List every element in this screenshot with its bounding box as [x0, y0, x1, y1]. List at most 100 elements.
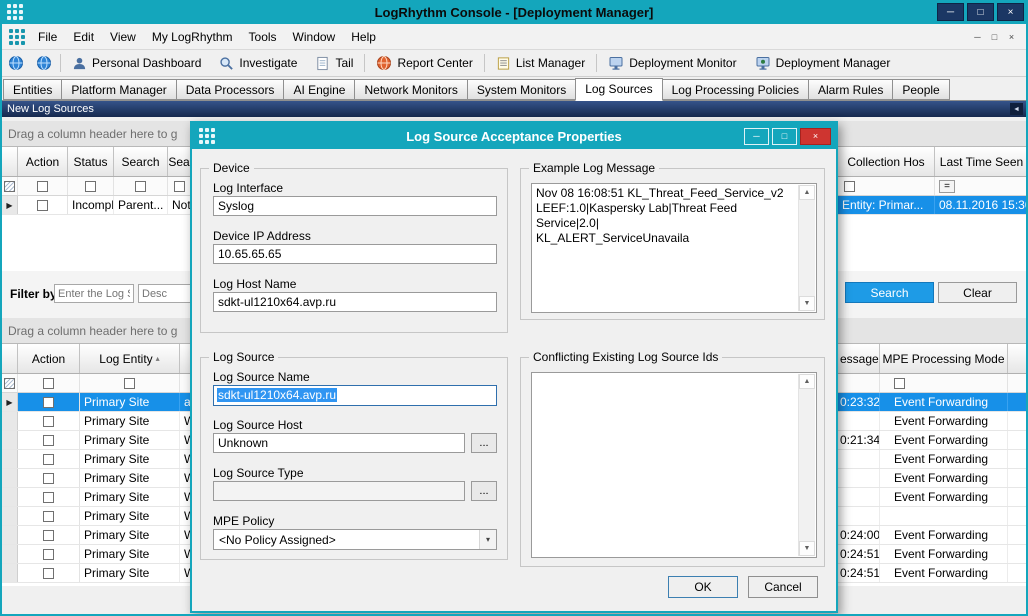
- row-checkbox[interactable]: [43, 511, 54, 522]
- log-source-host-input[interactable]: [213, 433, 465, 453]
- scroll-up-icon[interactable]: ▲: [799, 185, 815, 200]
- filter-checkbox[interactable]: [43, 378, 54, 389]
- table-row[interactable]: Primary Site W: [2, 545, 190, 564]
- mdi-restore-button[interactable]: □: [986, 24, 1003, 50]
- table-row-selected[interactable]: Entity: Primar... 08.11.2016 15:30: [838, 196, 1028, 215]
- vertical-scrollbar[interactable]: ▲ ▼: [798, 374, 815, 556]
- maximize-button[interactable]: □: [967, 3, 994, 21]
- row-checkbox[interactable]: [43, 397, 54, 408]
- filter-checkbox[interactable]: [844, 181, 855, 192]
- investigate-button[interactable]: Investigate: [210, 50, 306, 76]
- column-header-clipped[interactable]: [1008, 344, 1028, 373]
- menu-file[interactable]: File: [30, 24, 65, 50]
- filter-checkbox[interactable]: [85, 181, 96, 192]
- menu-edit[interactable]: Edit: [65, 24, 102, 50]
- tab-platform-manager[interactable]: Platform Manager: [61, 79, 176, 100]
- menu-tools[interactable]: Tools: [241, 24, 285, 50]
- table-row[interactable]: 0:24:00 Event Forwarding: [838, 526, 1028, 545]
- column-header-action[interactable]: Action: [18, 344, 80, 373]
- table-row[interactable]: Primary Site W: [2, 564, 190, 583]
- column-header-sea[interactable]: Sea: [168, 147, 190, 176]
- log-source-type-input[interactable]: [213, 481, 465, 501]
- log-source-host-browse-button[interactable]: ...: [471, 433, 497, 453]
- row-checkbox[interactable]: [43, 549, 54, 560]
- clear-button[interactable]: Clear: [938, 282, 1017, 303]
- table-row[interactable]: 0:24:51 Event Forwarding: [838, 545, 1028, 564]
- tab-alarm-rules[interactable]: Alarm Rules: [808, 79, 893, 100]
- close-button[interactable]: ×: [997, 3, 1024, 21]
- row-checkbox[interactable]: [43, 473, 54, 484]
- filter-operator-button[interactable]: =: [939, 180, 955, 193]
- ok-button[interactable]: OK: [668, 576, 738, 598]
- tab-ai-engine[interactable]: AI Engine: [283, 79, 355, 100]
- column-header-collection-host[interactable]: Collection Hos: [838, 147, 935, 176]
- table-row[interactable]: Primary Site W: [2, 431, 190, 450]
- table-row[interactable]: Event Forwarding: [838, 450, 1028, 469]
- tab-system-monitors[interactable]: System Monitors: [467, 79, 576, 100]
- log-source-type-browse-button[interactable]: ...: [471, 481, 497, 501]
- example-log-message-textarea[interactable]: Nov 08 16:08:51 KL_Threat_Feed_Service_v…: [531, 183, 817, 313]
- log-source-filter-input[interactable]: [54, 284, 134, 303]
- minimize-button[interactable]: ─: [937, 3, 964, 21]
- device-ip-input[interactable]: [213, 244, 497, 264]
- table-row[interactable]: 0:24:51 Event Forwarding: [838, 564, 1028, 583]
- select-all-checkbox[interactable]: [4, 181, 15, 192]
- table-row[interactable]: Event Forwarding: [838, 469, 1028, 488]
- section-scroll-button[interactable]: ◄: [1010, 103, 1023, 115]
- mdi-close-button[interactable]: ×: [1003, 24, 1020, 50]
- table-row[interactable]: [838, 507, 1028, 526]
- column-header-clipped[interactable]: [180, 344, 190, 373]
- scroll-down-icon[interactable]: ▼: [799, 541, 815, 556]
- list-manager-button[interactable]: List Manager: [487, 50, 594, 76]
- tab-log-sources[interactable]: Log Sources: [575, 78, 662, 101]
- filter-checkbox[interactable]: [37, 181, 48, 192]
- column-header-message-clipped[interactable]: essage: [838, 344, 880, 373]
- vertical-scrollbar[interactable]: ▲ ▼: [798, 185, 815, 311]
- description-filter-input[interactable]: [138, 284, 196, 303]
- group-by-bar[interactable]: [838, 121, 1028, 147]
- select-all-checkbox[interactable]: [4, 378, 15, 389]
- filter-checkbox[interactable]: [124, 378, 135, 389]
- mpe-policy-dropdown[interactable]: <No Policy Assigned> ▾: [213, 529, 497, 550]
- table-row[interactable]: Event Forwarding: [838, 488, 1028, 507]
- menu-window[interactable]: Window: [285, 24, 344, 50]
- search-button[interactable]: Search: [845, 282, 934, 303]
- table-row[interactable]: Primary Site W: [2, 507, 190, 526]
- filter-checkbox[interactable]: [894, 378, 905, 389]
- row-checkbox[interactable]: [43, 530, 54, 541]
- column-header-mpe-processing-mode[interactable]: MPE Processing Mode: [880, 344, 1008, 373]
- menu-my-logrhythm[interactable]: My LogRhythm: [144, 24, 241, 50]
- table-row[interactable]: Event Forwarding: [838, 412, 1028, 431]
- dialog-close-button[interactable]: ×: [800, 128, 831, 145]
- report-center-button[interactable]: Report Center: [367, 50, 481, 76]
- column-header-log-entity[interactable]: Log Entity ▴: [80, 344, 180, 373]
- table-row[interactable]: 0:21:34 Event Forwarding: [838, 431, 1028, 450]
- dialog-minimize-button[interactable]: ─: [744, 128, 769, 145]
- deployment-monitor-button[interactable]: Deployment Monitor: [599, 50, 745, 76]
- column-header-status[interactable]: Status: [68, 147, 114, 176]
- filter-checkbox[interactable]: [135, 181, 146, 192]
- table-row[interactable]: Primary Site W: [2, 526, 190, 545]
- table-row[interactable]: Primary Site W: [2, 450, 190, 469]
- row-checkbox[interactable]: [43, 435, 54, 446]
- log-source-name-input[interactable]: sdkt-ul1210x64.avp.ru: [213, 385, 497, 406]
- filter-checkbox[interactable]: [174, 181, 185, 192]
- column-header-search[interactable]: Search: [114, 147, 168, 176]
- personal-dashboard-button[interactable]: Personal Dashboard: [63, 50, 210, 76]
- tab-network-monitors[interactable]: Network Monitors: [354, 79, 467, 100]
- table-row-selected[interactable]: ▶ Primary Site a: [2, 393, 190, 412]
- globe-button-2[interactable]: [30, 50, 58, 76]
- mdi-minimize-button[interactable]: ─: [969, 24, 986, 50]
- tab-entities[interactable]: Entities: [3, 79, 62, 100]
- table-row-selected[interactable]: 0:23:32 Event Forwarding: [838, 393, 1028, 412]
- table-row[interactable]: Primary Site W: [2, 488, 190, 507]
- tab-data-processors[interactable]: Data Processors: [176, 79, 285, 100]
- menu-view[interactable]: View: [102, 24, 144, 50]
- row-checkbox[interactable]: [43, 416, 54, 427]
- log-interface-input[interactable]: [213, 196, 497, 216]
- column-header-last-time-seen[interactable]: Last Time Seen: [935, 147, 1028, 176]
- tab-log-processing-policies[interactable]: Log Processing Policies: [662, 79, 809, 100]
- row-checkbox[interactable]: [43, 568, 54, 579]
- column-header-action[interactable]: Action: [18, 147, 68, 176]
- tail-button[interactable]: Tail: [306, 50, 362, 76]
